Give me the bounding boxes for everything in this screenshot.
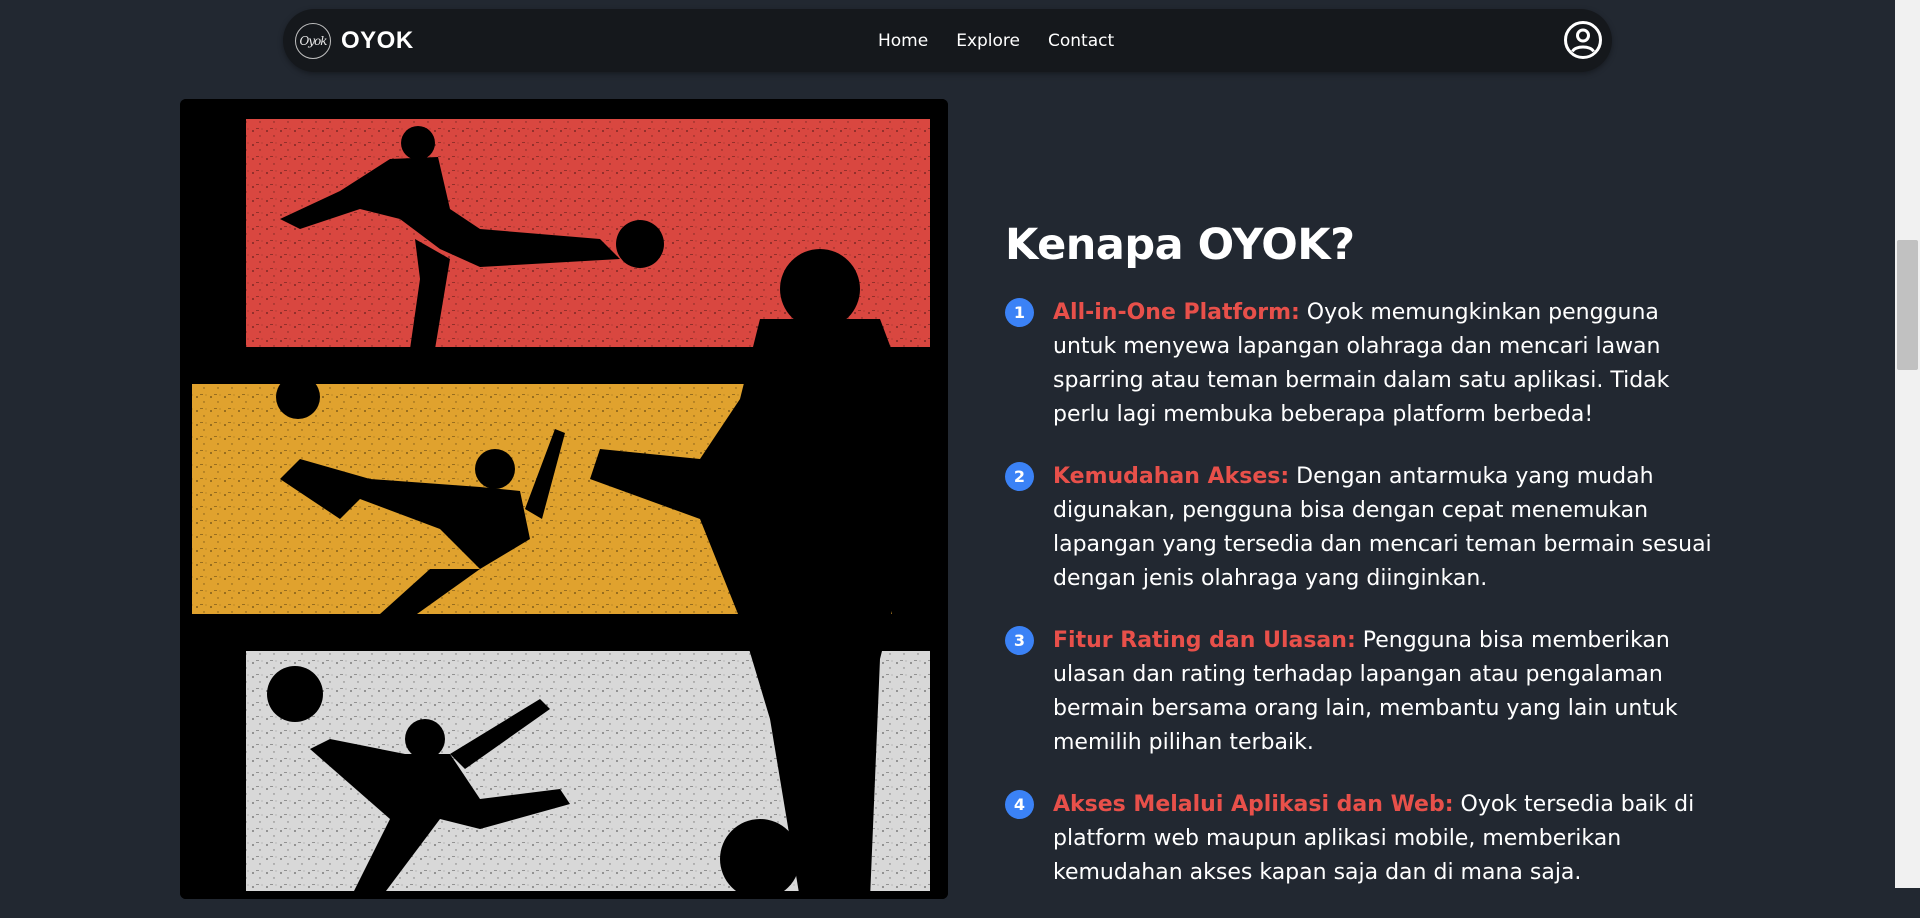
feature-number-badge: 2 <box>1005 462 1034 491</box>
user-account-icon[interactable] <box>1562 19 1604 61</box>
feature-number-badge: 1 <box>1005 298 1034 327</box>
brand-logo: Oyok <box>295 23 331 59</box>
football-silhouettes-illustration <box>180 99 948 899</box>
vertical-scrollbar[interactable] <box>1895 0 1920 888</box>
feature-item: 4 Akses Melalui Aplikasi dan Web: Oyok t… <box>1005 788 1725 890</box>
feature-item: 1 All-in-One Platform: Oyok memungkinkan… <box>1005 296 1725 432</box>
hero-image <box>180 99 948 899</box>
feature-description: Fitur Rating dan Ulasan: Pengguna bisa m… <box>1053 624 1725 760</box>
brand-name: OYOK <box>341 27 414 54</box>
feature-description: Akses Melalui Aplikasi dan Web: Oyok ter… <box>1053 788 1725 890</box>
feature-title: All-in-One Platform: <box>1053 300 1300 325</box>
navbar: Oyok OYOK Home Explore Contact <box>283 9 1612 72</box>
feature-number-badge: 3 <box>1005 626 1034 655</box>
feature-item: 2 Kemudahan Akses: Dengan antarmuka yang… <box>1005 460 1725 596</box>
nav-link-contact[interactable]: Contact <box>1048 31 1114 51</box>
nav-link-explore[interactable]: Explore <box>956 31 1020 51</box>
feature-title: Fitur Rating dan Ulasan: <box>1053 628 1356 653</box>
feature-number-badge: 4 <box>1005 790 1034 819</box>
section-title: Kenapa OYOK? <box>1005 220 1355 270</box>
feature-description: Kemudahan Akses: Dengan antarmuka yang m… <box>1053 460 1725 596</box>
feature-title: Kemudahan Akses: <box>1053 464 1290 489</box>
scrollbar-thumb[interactable] <box>1897 240 1918 370</box>
brand[interactable]: Oyok OYOK <box>295 21 414 61</box>
feature-description: All-in-One Platform: Oyok memungkinkan p… <box>1053 296 1725 432</box>
page: Oyok OYOK Home Explore Contact Kenapa OY… <box>0 0 1895 899</box>
feature-item: 3 Fitur Rating dan Ulasan: Pengguna bisa… <box>1005 624 1725 760</box>
feature-title: Akses Melalui Aplikasi dan Web: <box>1053 792 1454 817</box>
features-list: 1 All-in-One Platform: Oyok memungkinkan… <box>1005 296 1725 918</box>
nav-link-home[interactable]: Home <box>878 31 928 51</box>
nav-links: Home Explore Contact <box>878 9 1114 72</box>
